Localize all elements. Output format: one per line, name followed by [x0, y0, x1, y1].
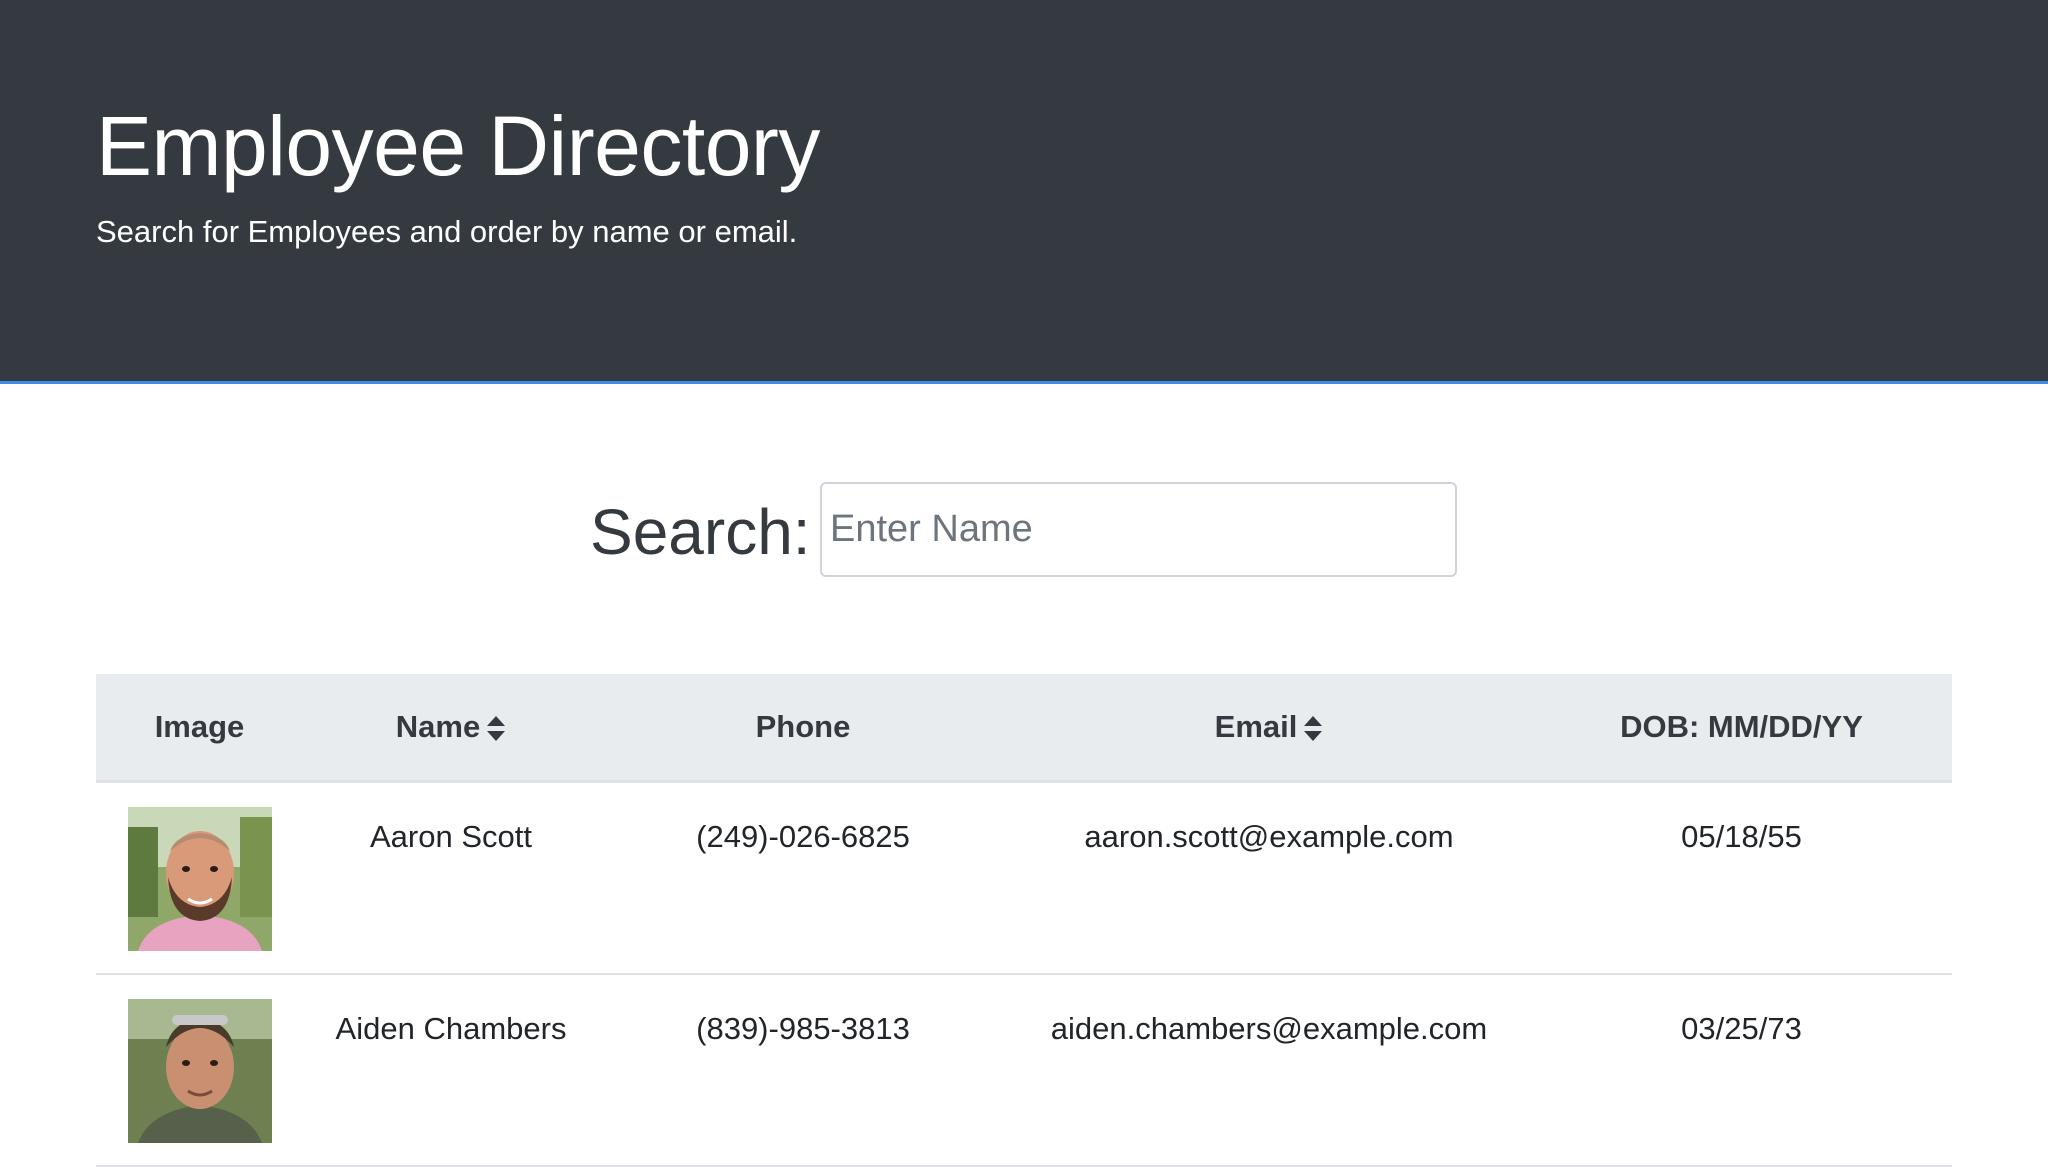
- search-form: Search:: [0, 482, 2048, 578]
- column-header-name[interactable]: Name: [303, 674, 599, 783]
- table-row: Aiden Chambers (839)-985-3813 aiden.cham…: [96, 973, 1952, 1167]
- cell-phone: (249)-026-6825: [599, 781, 1007, 975]
- column-header-phone-label: Phone: [755, 708, 851, 744]
- column-header-name-label: Name: [395, 708, 481, 744]
- avatar-cell: [96, 781, 303, 975]
- header-jumbotron: Employee Directory Search for Employees …: [0, 0, 2048, 384]
- sort-name-icon[interactable]: [486, 714, 506, 744]
- page-subtitle: Search for Employees and order by name o…: [96, 214, 798, 249]
- cell-email: aiden.chambers@example.com: [1007, 973, 1531, 1167]
- page-title: Employee Directory: [96, 99, 820, 193]
- search-label: Search:: [590, 496, 811, 568]
- cell-name: Aaron Scott: [303, 781, 599, 975]
- column-header-dob: DOB: MM/DD/YY: [1531, 674, 1952, 783]
- table-row: Aaron Scott (249)-026-6825 aaron.scott@e…: [96, 781, 1952, 975]
- column-header-dob-label: DOB: MM/DD/YY: [1620, 708, 1863, 744]
- employee-table: Image Name Phone Email DOB: MM/DD/YY Aar…: [96, 674, 1952, 1167]
- column-header-image: Image: [96, 674, 303, 783]
- person-photo-icon: [127, 806, 272, 951]
- cell-dob: 05/18/55: [1531, 781, 1952, 975]
- sort-email-icon[interactable]: [1303, 714, 1323, 744]
- column-header-image-label: Image: [154, 708, 245, 744]
- table-header: Image Name Phone Email DOB: MM/DD/YY: [96, 674, 1952, 783]
- person-photo-icon: [127, 998, 272, 1143]
- cell-dob: 03/25/73: [1531, 973, 1952, 1167]
- search-input[interactable]: [820, 482, 1457, 577]
- column-header-phone: Phone: [599, 674, 1007, 783]
- cell-name: Aiden Chambers: [303, 973, 599, 1167]
- cell-phone: (839)-985-3813: [599, 973, 1007, 1167]
- employee-table-container: Image Name Phone Email DOB: MM/DD/YY Aar…: [96, 674, 1952, 1167]
- table-body: Aaron Scott (249)-026-6825 aaron.scott@e…: [96, 781, 1952, 1167]
- column-header-email-label: Email: [1214, 708, 1298, 744]
- table-header-row: Image Name Phone Email DOB: MM/DD/YY: [96, 674, 1952, 783]
- column-header-email[interactable]: Email: [1007, 674, 1531, 783]
- cell-email: aaron.scott@example.com: [1007, 781, 1531, 975]
- avatar-cell: [96, 973, 303, 1167]
